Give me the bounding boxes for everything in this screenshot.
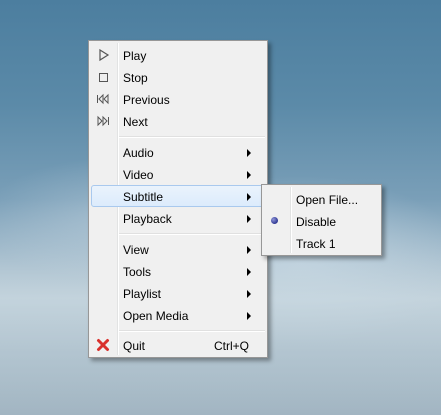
play-icon: [95, 47, 111, 63]
menu-item-label: Quit: [123, 339, 146, 353]
next-icon: [95, 113, 111, 129]
menu-item-label: Video: [123, 168, 154, 182]
menu-item-play[interactable]: Play: [91, 44, 265, 66]
menu-item-video[interactable]: Video: [91, 163, 265, 185]
previous-icon: [95, 91, 111, 107]
menu-item-previous[interactable]: Previous: [91, 88, 265, 110]
menu-item-label: Open Media: [123, 309, 189, 323]
submenu-arrow-icon: [247, 290, 251, 298]
submenu-item-track-1[interactable]: Track 1: [264, 232, 379, 254]
menu-item-playback[interactable]: Playback: [91, 207, 265, 229]
menu-item-next[interactable]: Next: [91, 110, 265, 132]
submenu-arrow-icon: [247, 149, 251, 157]
submenu-item-disable[interactable]: Disable: [264, 210, 379, 232]
stop-icon: [95, 69, 111, 85]
submenu-item-label: Disable: [296, 215, 337, 229]
menu-item-audio[interactable]: Audio: [91, 141, 265, 163]
menu-item-label: Playback: [123, 212, 172, 226]
submenu-arrow-icon: [247, 312, 251, 320]
context-menu: Play Stop Previous Next Audio Video Subt…: [88, 40, 268, 358]
menu-item-label: Play: [123, 49, 147, 63]
quit-icon: [95, 337, 111, 353]
menu-item-quit[interactable]: Quit Ctrl+Q: [91, 334, 265, 356]
menu-item-label: Previous: [123, 93, 170, 107]
submenu-arrow-icon: [247, 268, 251, 276]
menu-item-label: Audio: [123, 146, 154, 160]
menu-separator: [119, 330, 265, 332]
menu-item-label: View: [123, 243, 149, 257]
submenu-arrow-icon: [247, 193, 251, 201]
menu-item-open-media[interactable]: Open Media: [91, 304, 265, 326]
menu-item-subtitle[interactable]: Subtitle: [91, 185, 265, 207]
submenu-item-label: Track 1: [296, 237, 336, 251]
menu-item-tools[interactable]: Tools: [91, 260, 265, 282]
menu-item-label: Stop: [123, 71, 148, 85]
menu-item-label: Tools: [123, 265, 152, 279]
submenu-item-label: Open File...: [296, 193, 359, 207]
menu-item-stop[interactable]: Stop: [91, 66, 265, 88]
submenu-arrow-icon: [247, 215, 251, 223]
menu-item-shortcut: Ctrl+Q: [213, 339, 249, 353]
menu-item-label: Subtitle: [123, 190, 164, 204]
menu-separator: [119, 233, 265, 235]
submenu-arrow-icon: [247, 246, 251, 254]
menu-item-view[interactable]: View: [91, 238, 265, 260]
menu-item-label: Playlist: [123, 287, 162, 301]
menu-item-label: Next: [123, 115, 148, 129]
menu-item-playlist[interactable]: Playlist: [91, 282, 265, 304]
menu-separator: [119, 136, 265, 138]
radio-selected-icon: [271, 217, 278, 224]
submenu-arrow-icon: [247, 171, 251, 179]
subtitle-submenu: Open File... Disable Track 1: [261, 184, 382, 256]
submenu-item-open-file[interactable]: Open File...: [264, 188, 379, 210]
